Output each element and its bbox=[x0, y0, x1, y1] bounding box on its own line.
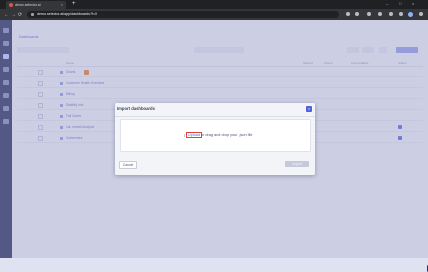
tab-title: demo.selector.ai bbox=[15, 2, 41, 7]
share-icon[interactable] bbox=[346, 12, 350, 16]
url-text: demo.selector.ai/app/dashboards?f=0 bbox=[37, 12, 98, 16]
maximize-icon[interactable]: □ bbox=[399, 1, 401, 6]
extension-icon[interactable] bbox=[367, 12, 371, 16]
modal-title: Import dashboards bbox=[117, 106, 155, 111]
modal-header: Import dashboards × bbox=[115, 103, 315, 117]
cancel-button[interactable]: Cancel bbox=[119, 161, 137, 169]
lock-icon bbox=[31, 12, 34, 16]
close-icon[interactable]: × bbox=[306, 106, 312, 112]
drop-instructions: or drag and drop your .json file bbox=[201, 132, 253, 137]
profile-avatar[interactable] bbox=[408, 11, 413, 17]
import-dashboards-modal: Import dashboards × ⇧ Upload or drag and… bbox=[115, 103, 315, 175]
browser-tab-bar: demo.selector.ai × + – □ × bbox=[0, 0, 428, 9]
reload-icon[interactable]: ⟳ bbox=[18, 12, 22, 18]
tab-close-icon[interactable]: × bbox=[61, 2, 63, 7]
back-icon[interactable]: ← bbox=[4, 12, 9, 18]
forward-icon[interactable]: → bbox=[11, 12, 16, 18]
window-close-icon[interactable]: × bbox=[412, 1, 414, 6]
browser-tab[interactable]: demo.selector.ai × bbox=[6, 1, 66, 9]
favicon-icon bbox=[9, 3, 13, 7]
menu-kebab-icon[interactable] bbox=[419, 12, 423, 16]
bookmark-star-icon[interactable] bbox=[355, 12, 359, 16]
sidebar-toggle-icon[interactable] bbox=[399, 12, 403, 16]
extension-icon[interactable] bbox=[378, 12, 382, 16]
address-bar[interactable]: demo.selector.ai/app/dashboards?f=0 bbox=[27, 11, 339, 18]
file-dropzone[interactable]: ⇧ Upload or drag and drop your .json fil… bbox=[120, 119, 311, 152]
minimize-icon[interactable]: – bbox=[386, 1, 388, 6]
import-button[interactable]: Import bbox=[285, 161, 309, 167]
upload-link[interactable]: Upload bbox=[186, 132, 203, 138]
extensions-puzzle-icon[interactable] bbox=[389, 12, 393, 16]
browser-toolbar: ← → ⟳ demo.selector.ai/app/dashboards?f=… bbox=[0, 9, 428, 20]
new-tab-button[interactable]: + bbox=[72, 1, 76, 7]
